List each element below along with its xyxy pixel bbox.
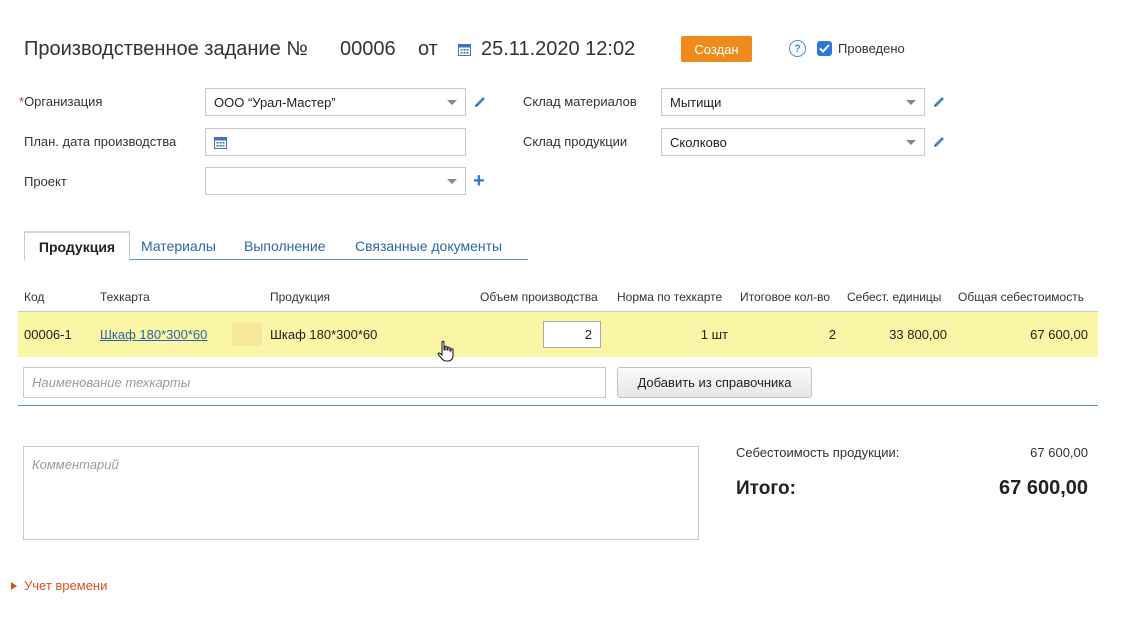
plan-date-label: План. дата производства [24,134,177,149]
document-date[interactable]: 25.11.2020 12:02 [481,38,635,61]
document-number: 00006 [340,38,396,60]
checkmark-icon [819,44,830,53]
products-warehouse-value: Сколково [670,134,727,150]
product-thumbnail [232,323,262,346]
products-warehouse-select[interactable]: Сколково [661,128,925,156]
chevron-down-icon [906,140,916,145]
hand-cursor-icon [437,340,454,362]
techcard-link[interactable]: Шкаф 180*300*60 [100,327,207,342]
time-accounting-label: Учет времени [24,578,108,593]
volume-input[interactable]: 2 [543,321,601,348]
total-value: 67 600,00 [999,477,1088,499]
date-prefix: от [418,38,438,60]
chevron-down-icon [447,100,457,105]
column-header-product: Продукция [270,290,331,304]
plan-date-input[interactable] [205,128,466,156]
cell-total-cost: 67 600,00 [1030,327,1088,342]
add-project-icon[interactable]: + [473,171,485,191]
caret-right-icon [11,581,17,590]
calendar-icon[interactable] [214,136,227,149]
cell-product: Шкаф 180*300*60 [270,327,378,342]
add-from-catalog-button[interactable]: Добавить из справочника [617,367,812,398]
tab-materials[interactable]: Материалы [141,238,216,254]
tab-execution[interactable]: Выполнение [244,238,325,254]
materials-warehouse-value: Мытищи [670,94,722,110]
organization-select[interactable]: ООО “Урал-Мастер” [205,88,466,116]
cell-unit-cost: 33 800,00 [889,327,947,342]
table-bottom-divider [18,405,1098,406]
cell-norm: 1 шт [700,327,728,342]
help-icon[interactable]: ? [789,40,806,57]
chevron-down-icon [447,179,457,184]
column-header-code: Код [24,290,45,304]
edit-pencil-icon[interactable] [932,135,946,149]
posted-checkbox[interactable] [817,41,832,56]
tab-related-documents[interactable]: Связанные документы [355,238,502,254]
total-label: Итого: [736,478,796,499]
status-badge[interactable]: Создан [681,36,752,62]
project-label: Проект [24,174,67,189]
column-header-total-qty: Итоговое кол-во [740,290,831,304]
project-select[interactable] [205,167,466,195]
posted-label: Проведено [838,41,905,56]
column-header-unit-cost: Себест. единицы [847,290,942,304]
cell-total-qty: 2 [828,327,836,342]
product-cost-value: 67 600,00 [1030,445,1088,460]
edit-pencil-icon[interactable] [473,95,487,109]
product-cost-label: Себестоимость продукции: [736,445,900,460]
column-header-techcard: Техкарта [100,290,150,304]
time-accounting-toggle[interactable]: Учет времени [11,578,107,593]
products-warehouse-label: Склад продукции [523,134,628,149]
materials-warehouse-label: Склад материалов [523,94,637,109]
edit-pencil-icon[interactable] [932,95,946,109]
organization-value: ООО “Урал-Мастер” [214,94,336,110]
chevron-down-icon [906,100,916,105]
column-header-norm: Норма по техкарте [617,290,723,304]
organization-label: *Организация [19,94,103,109]
cell-code: 00006-1 [24,327,72,342]
comment-textarea[interactable]: Комментарий [23,446,699,540]
column-header-total-cost: Общая себестоимость [958,290,1084,304]
page-title: Производственное задание № [24,38,308,60]
techcard-search-input[interactable]: Наименование техкарты [23,367,606,398]
materials-warehouse-select[interactable]: Мытищи [661,88,925,116]
tab-products[interactable]: Продукция [24,231,130,261]
column-header-volume: Объем производства [480,290,598,304]
calendar-icon[interactable] [458,43,471,56]
